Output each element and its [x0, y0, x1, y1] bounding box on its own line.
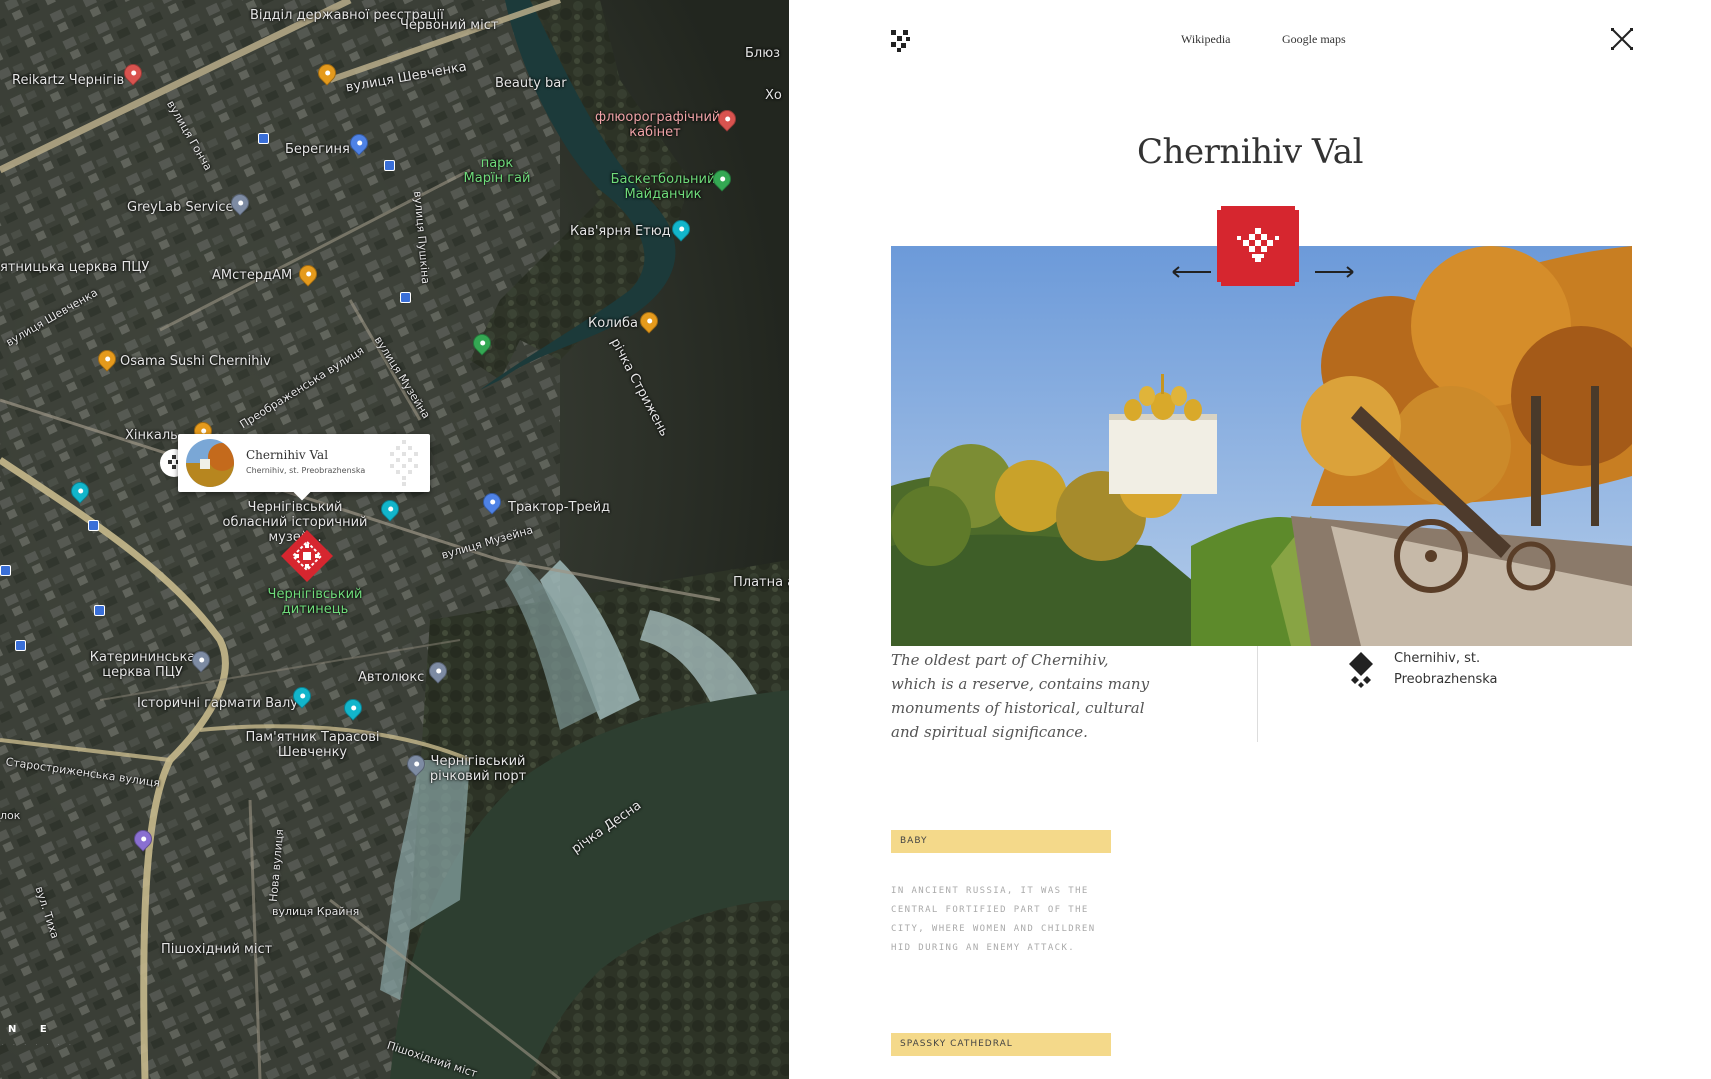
google-maps-link[interactable]: Google maps [1282, 32, 1346, 47]
place-description: The oldest part of Chernihiv, which is a… [891, 651, 1150, 741]
popup-title: Chernihiv Val [246, 448, 329, 462]
bus-stop-icon[interactable] [384, 160, 395, 171]
map-label: Osama Sushi Chernihiv [120, 354, 271, 369]
bus-stop-icon[interactable] [258, 133, 269, 144]
bus-stop-icon[interactable] [400, 292, 411, 303]
map-label: флюорографічний кабінет [595, 110, 721, 140]
map-label: парк Марїн гай [463, 156, 531, 186]
section-tag-baby[interactable]: Baby [891, 830, 1111, 853]
previous-arrow-icon[interactable] [1169, 262, 1213, 282]
brand-logo[interactable]: N E [8, 1024, 57, 1035]
map-label: Платна а [733, 575, 789, 590]
page-title: Chernihiv Val [1137, 132, 1363, 172]
popup-address: Chernihiv, st. Preobrazhenska [246, 466, 366, 475]
place-thumbnail [186, 439, 234, 487]
section-text-baby: In ancient Russia, it was the central fo… [891, 886, 1096, 953]
bus-stop-icon[interactable] [15, 640, 26, 651]
map-label: Історичні гармати Валу [137, 696, 298, 711]
map-label: Баскетбольний Майданчик [610, 172, 716, 202]
map-label: Пішохідний міст [161, 942, 273, 957]
brand-logo-subtitle: · · · · · · · [2, 1042, 75, 1048]
ornament-logo-icon[interactable] [891, 30, 911, 52]
wikipedia-link[interactable]: Wikipedia [1181, 32, 1231, 47]
map-label: Колиба [588, 316, 638, 331]
section-tag-spassky-cathedral[interactable]: Spassky Cathedral [891, 1033, 1111, 1056]
map-label: лок [0, 809, 21, 822]
map-label: Beauty bar [495, 76, 567, 91]
bus-stop-icon[interactable] [88, 520, 99, 531]
ornament-emblem-icon [1217, 206, 1299, 286]
map-label: Чернігівський річковий порт [429, 754, 527, 784]
place-popup[interactable]: Chernihiv Val Chernihiv, st. Preobrazhen… [178, 434, 430, 501]
divider [1257, 646, 1258, 742]
map-label: Автолюкс [358, 670, 425, 685]
location-marker-icon[interactable] [279, 528, 335, 584]
detail-panel: Wikipedia Google maps Chernihiv Val The … [789, 0, 1711, 1079]
address-pin-icon [1349, 652, 1373, 688]
map-label: Пам'ятник Тарасові Шевченку [245, 730, 380, 760]
next-arrow-icon[interactable] [1313, 262, 1357, 282]
bus-stop-icon[interactable] [94, 605, 105, 616]
map-label: Блюз [745, 46, 781, 61]
map-label: вулиця Крайня [272, 905, 360, 918]
map-label: Кав'ярня Етюд [570, 224, 671, 239]
map-label: ятницька церква ПЦУ [0, 260, 150, 275]
map-label: Трактор-Трейд [508, 500, 611, 515]
close-icon[interactable] [1611, 28, 1633, 50]
map-label: Чернігівський дитинець [267, 587, 363, 617]
ornament-pattern-icon [390, 440, 418, 486]
map-label: Reikartz Чернігів [12, 73, 125, 88]
map-label: Хінкаль [125, 428, 178, 443]
map-label: Берегиня [285, 142, 350, 157]
place-address: Chernihiv, st. Preobrazhenska [1394, 651, 1498, 687]
bus-stop-icon[interactable] [0, 565, 11, 576]
place-photo [891, 246, 1632, 646]
map-view[interactable]: Відділ державної реєстрації Червоний міс… [0, 0, 789, 1079]
map-label: Хо [765, 88, 782, 103]
map-label: Катерининська церква ПЦУ [89, 650, 196, 680]
map-label: АМстердАМ [212, 268, 293, 283]
map-label: GreyLab Service [127, 200, 234, 215]
map-label: Червоний міст [400, 18, 499, 33]
